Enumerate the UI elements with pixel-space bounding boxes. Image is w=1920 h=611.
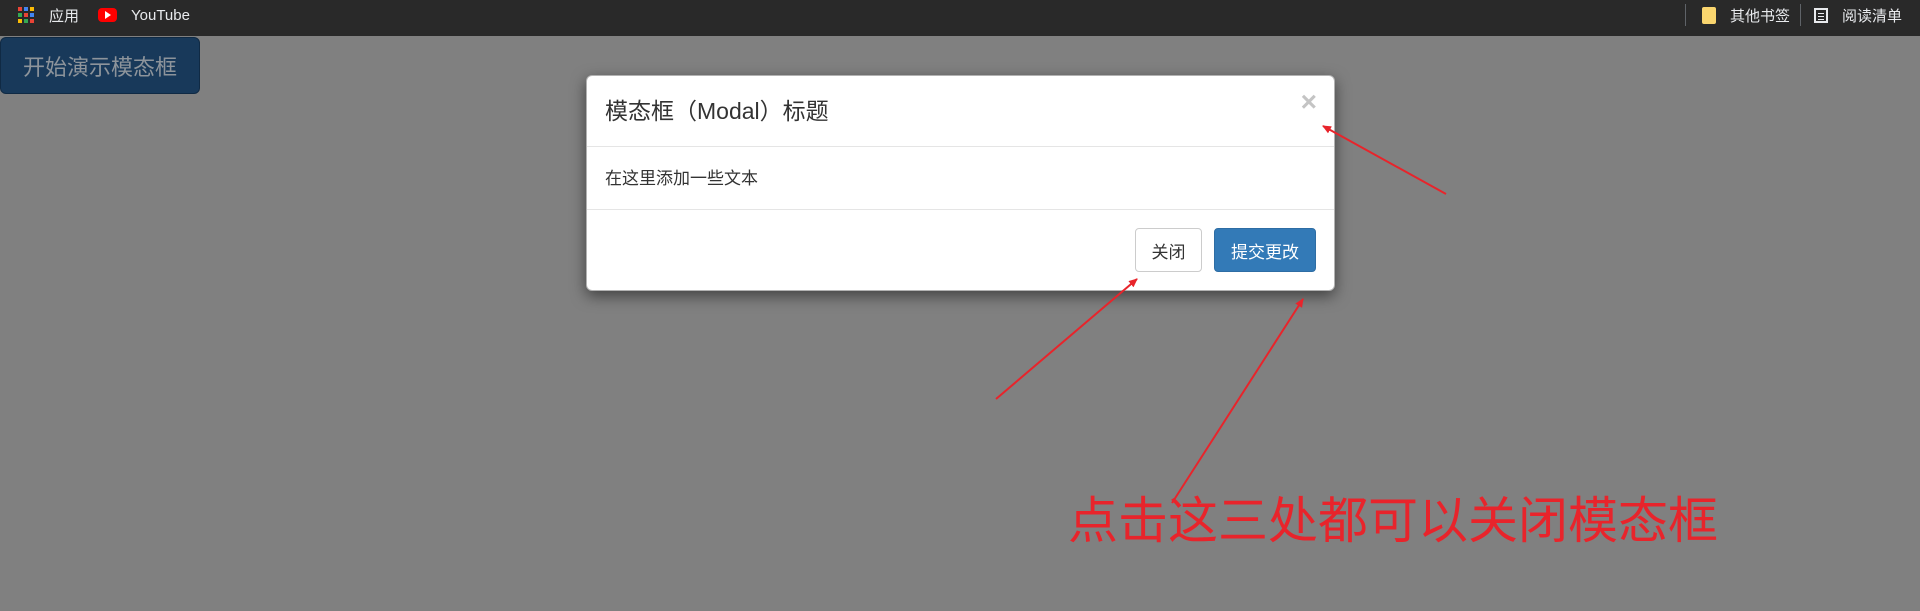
bookmarks-divider [1685, 4, 1686, 26]
modal-footer: 关闭 提交更改 [587, 209, 1334, 290]
apps-grid-icon [18, 6, 35, 24]
bookmark-reading-label: 阅读清单 [1841, 7, 1902, 25]
close-button[interactable]: 关闭 [1135, 228, 1202, 272]
arrow-to-close-button [995, 278, 1138, 400]
youtube-icon [98, 8, 117, 22]
start-demo-modal-button[interactable]: 开始演示模态框 [0, 37, 200, 94]
bookmark-youtube[interactable]: YouTube [98, 0, 190, 30]
arrow-to-backdrop [1171, 298, 1304, 504]
folder-icon [1701, 6, 1716, 24]
bookmark-other-label: 其他书签 [1729, 7, 1790, 25]
reading-list-icon [1813, 7, 1828, 23]
modal-dialog: 模态框（Modal）标题 × 在这里添加一些文本 关闭 提交更改 [586, 75, 1335, 291]
annotation-text: 点击这三处都可以关闭模态框 [1068, 493, 1718, 549]
bookmark-apps[interactable]: 应用 [18, 0, 79, 30]
close-icon[interactable]: × [1301, 88, 1317, 116]
bookmark-reading-list[interactable]: 阅读清单 [1813, 0, 1902, 30]
bookmark-youtube-label: YouTube [131, 6, 190, 24]
submit-changes-button[interactable]: 提交更改 [1214, 228, 1316, 272]
bookmarks-bar: 应用 YouTube 其他书签 阅读清单 [0, 0, 1920, 36]
modal-title: 模态框（Modal）标题 [605, 98, 829, 124]
bookmark-apps-label: 应用 [49, 7, 80, 25]
bookmarks-divider [1800, 4, 1801, 26]
bookmark-other-folder[interactable]: 其他书签 [1701, 0, 1790, 30]
arrow-to-close-icon [1322, 125, 1447, 195]
modal-header: 模态框（Modal）标题 × [587, 76, 1334, 147]
modal-body-text: 在这里添加一些文本 [605, 169, 758, 188]
